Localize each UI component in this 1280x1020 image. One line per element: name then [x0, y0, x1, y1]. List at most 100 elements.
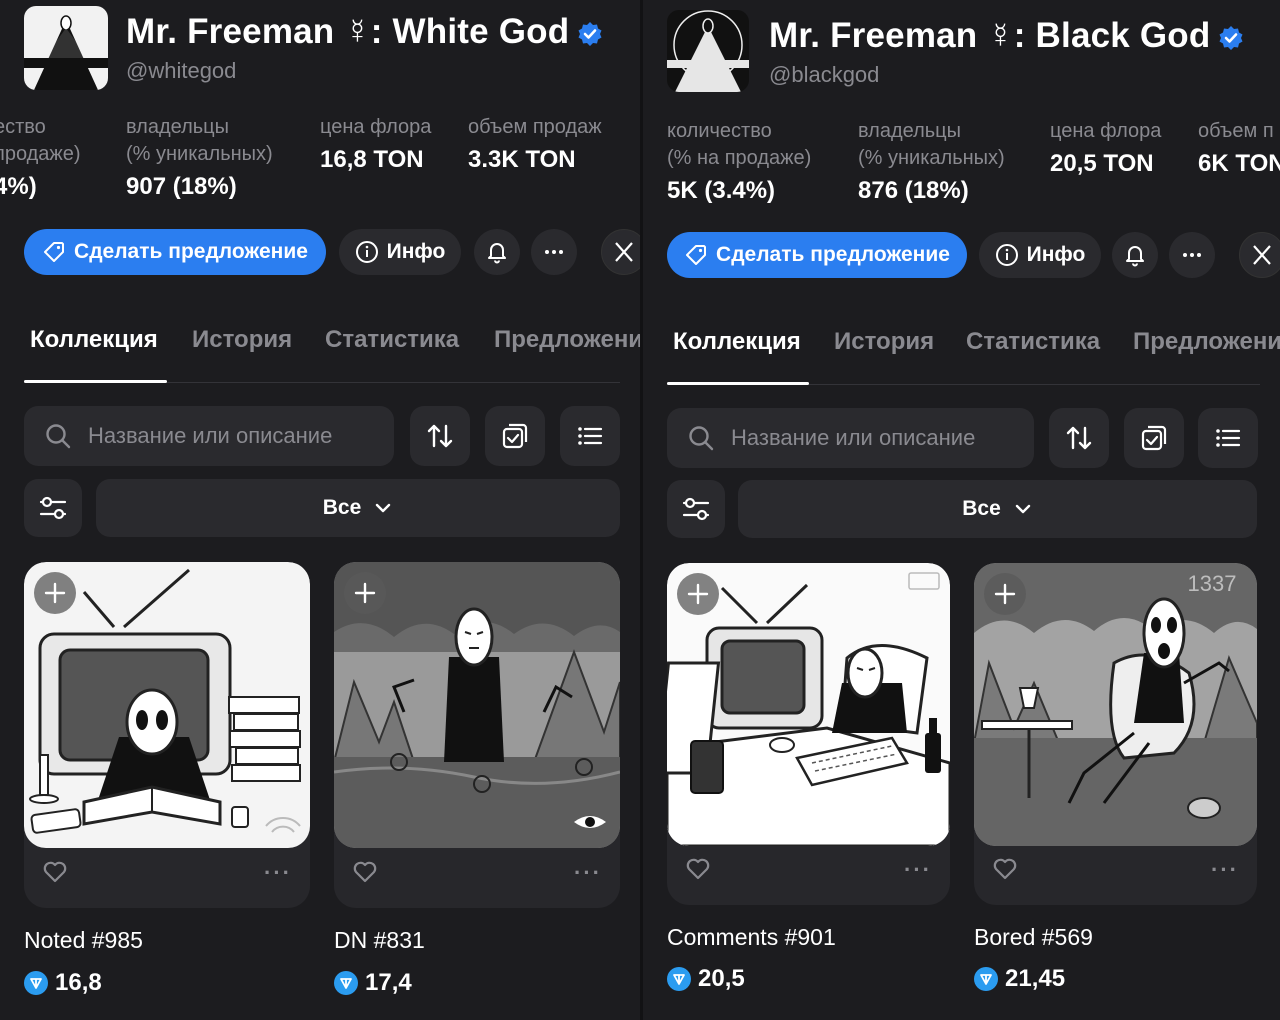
- item-name[interactable]: DN #831: [334, 927, 425, 954]
- search-input[interactable]: Название или описание: [24, 406, 394, 466]
- chevron-down-icon: [373, 498, 393, 518]
- favorite-button[interactable]: [352, 859, 378, 890]
- item-name[interactable]: Comments #901: [667, 924, 836, 951]
- heart-icon: [993, 858, 1017, 880]
- verified-badge-icon: [578, 21, 602, 46]
- tab-collection[interactable]: Коллекция: [673, 328, 801, 356]
- tab-bar: Коллекция История Статистика Предложени: [667, 324, 1280, 385]
- collection-avatar: [24, 6, 108, 90]
- more-options-button[interactable]: [1169, 232, 1215, 278]
- collection-panel-black-god: Mr. Freeman ☿: Black God @blackgod колич…: [643, 0, 1280, 1020]
- add-to-cart-button[interactable]: [34, 572, 76, 614]
- add-to-cart-button[interactable]: [677, 573, 719, 615]
- list-icon: [1216, 429, 1241, 447]
- more-dots-icon: [545, 250, 563, 254]
- stat-floor-price: цена флора 20,5 TON: [1050, 120, 1162, 177]
- collection-title: Mr. Freeman ☿: White God: [126, 12, 603, 52]
- x-social-button[interactable]: [1239, 232, 1280, 278]
- active-tab-indicator: [24, 380, 167, 383]
- list-view-button[interactable]: [560, 406, 620, 466]
- favorite-button[interactable]: [42, 859, 68, 890]
- search-icon: [46, 424, 71, 449]
- nft-image: 1337: [974, 563, 1257, 846]
- notifications-button[interactable]: [474, 229, 520, 275]
- make-offer-button[interactable]: Сделать предложение: [24, 229, 326, 275]
- nft-card[interactable]: ···: [334, 562, 620, 908]
- more-options-button[interactable]: [531, 229, 577, 275]
- verified-badge-icon: [1219, 25, 1243, 50]
- stat-owners: владельцы (% уникальных) 876 (18%): [858, 120, 1005, 204]
- card-more-icon[interactable]: ···: [904, 857, 932, 883]
- search-placeholder: Название или описание: [88, 423, 333, 448]
- ton-icon: [974, 967, 998, 991]
- heart-icon: [686, 858, 710, 880]
- ton-icon: [24, 971, 48, 995]
- item-price: 16,8: [24, 969, 102, 997]
- tab-history[interactable]: История: [834, 328, 934, 356]
- search-icon: [689, 426, 714, 451]
- favorite-button[interactable]: [685, 856, 711, 887]
- active-tab-indicator: [667, 382, 809, 385]
- sort-button[interactable]: [410, 406, 470, 466]
- sort-button[interactable]: [1049, 408, 1109, 468]
- tab-bar: Коллекция История Статистика Предложени: [24, 322, 640, 383]
- search-input[interactable]: Название или описание: [667, 408, 1034, 468]
- tab-statistics[interactable]: Статистика: [325, 326, 459, 354]
- tag-icon: [42, 240, 66, 264]
- collection-panel-white-god: Mr. Freeman ☿: White God @whitegod ество…: [0, 0, 640, 1020]
- nft-image: [334, 562, 620, 848]
- tab-statistics[interactable]: Статистика: [966, 328, 1100, 356]
- make-offer-button[interactable]: Сделать предложение: [667, 232, 967, 278]
- add-to-cart-button[interactable]: [344, 572, 386, 614]
- collection-handle: @blackgod: [769, 62, 880, 87]
- filter-button[interactable]: [24, 479, 82, 537]
- plus-icon: [354, 582, 376, 604]
- info-icon: [995, 243, 1019, 267]
- filter-sliders-icon: [39, 496, 67, 520]
- info-button[interactable]: Инфо: [339, 229, 461, 275]
- card-more-icon[interactable]: ···: [574, 860, 602, 886]
- collection-avatar: [667, 10, 749, 92]
- list-view-button[interactable]: [1198, 408, 1258, 468]
- add-to-cart-button[interactable]: [984, 573, 1026, 615]
- category-select[interactable]: Все: [738, 480, 1257, 538]
- collection-title: Mr. Freeman ☿: Black God: [769, 16, 1244, 56]
- tab-offers[interactable]: Предложени: [1133, 328, 1280, 356]
- tag-icon: [684, 243, 708, 267]
- favorite-button[interactable]: [992, 856, 1018, 887]
- card-more-icon[interactable]: ···: [264, 860, 292, 886]
- collection-handle: @whitegod: [126, 58, 237, 83]
- bell-icon: [1126, 246, 1144, 267]
- item-name[interactable]: Noted #985: [24, 927, 143, 954]
- tab-history[interactable]: История: [192, 326, 292, 354]
- select-mode-button[interactable]: [1124, 408, 1184, 468]
- more-dots-icon: [1183, 253, 1201, 257]
- tab-collection[interactable]: Коллекция: [30, 326, 158, 354]
- x-social-button[interactable]: [601, 229, 640, 275]
- filter-sliders-icon: [682, 497, 710, 521]
- select-mode-button[interactable]: [485, 406, 545, 466]
- sort-arrows-icon: [427, 424, 453, 448]
- bell-icon: [488, 243, 506, 264]
- plus-icon: [994, 583, 1016, 605]
- multi-select-icon: [1141, 425, 1167, 451]
- stat-owners: владельцы (% уникальных) 907 (18%): [126, 116, 273, 200]
- nft-image: [667, 563, 950, 846]
- item-name[interactable]: Bored #569: [974, 924, 1093, 951]
- stat-floor-price: цена флора 16,8 TON: [320, 116, 432, 173]
- corner-number: 1337: [1188, 571, 1237, 596]
- nft-card[interactable]: 1337 ···: [974, 563, 1257, 905]
- info-button[interactable]: Инфо: [979, 232, 1101, 278]
- x-logo-icon: [615, 242, 633, 262]
- nft-image: [24, 562, 310, 848]
- card-more-icon[interactable]: ···: [1211, 857, 1239, 883]
- category-select[interactable]: Все: [96, 479, 620, 537]
- nft-card[interactable]: ···: [667, 563, 950, 905]
- ton-icon: [334, 971, 358, 995]
- filter-button[interactable]: [667, 480, 725, 538]
- notifications-button[interactable]: [1112, 232, 1158, 278]
- tab-offers[interactable]: Предложени: [494, 326, 640, 354]
- nft-card[interactable]: ···: [24, 562, 310, 908]
- stat-volume: объем продаж 3.3K TON: [468, 116, 602, 173]
- plus-icon: [44, 582, 66, 604]
